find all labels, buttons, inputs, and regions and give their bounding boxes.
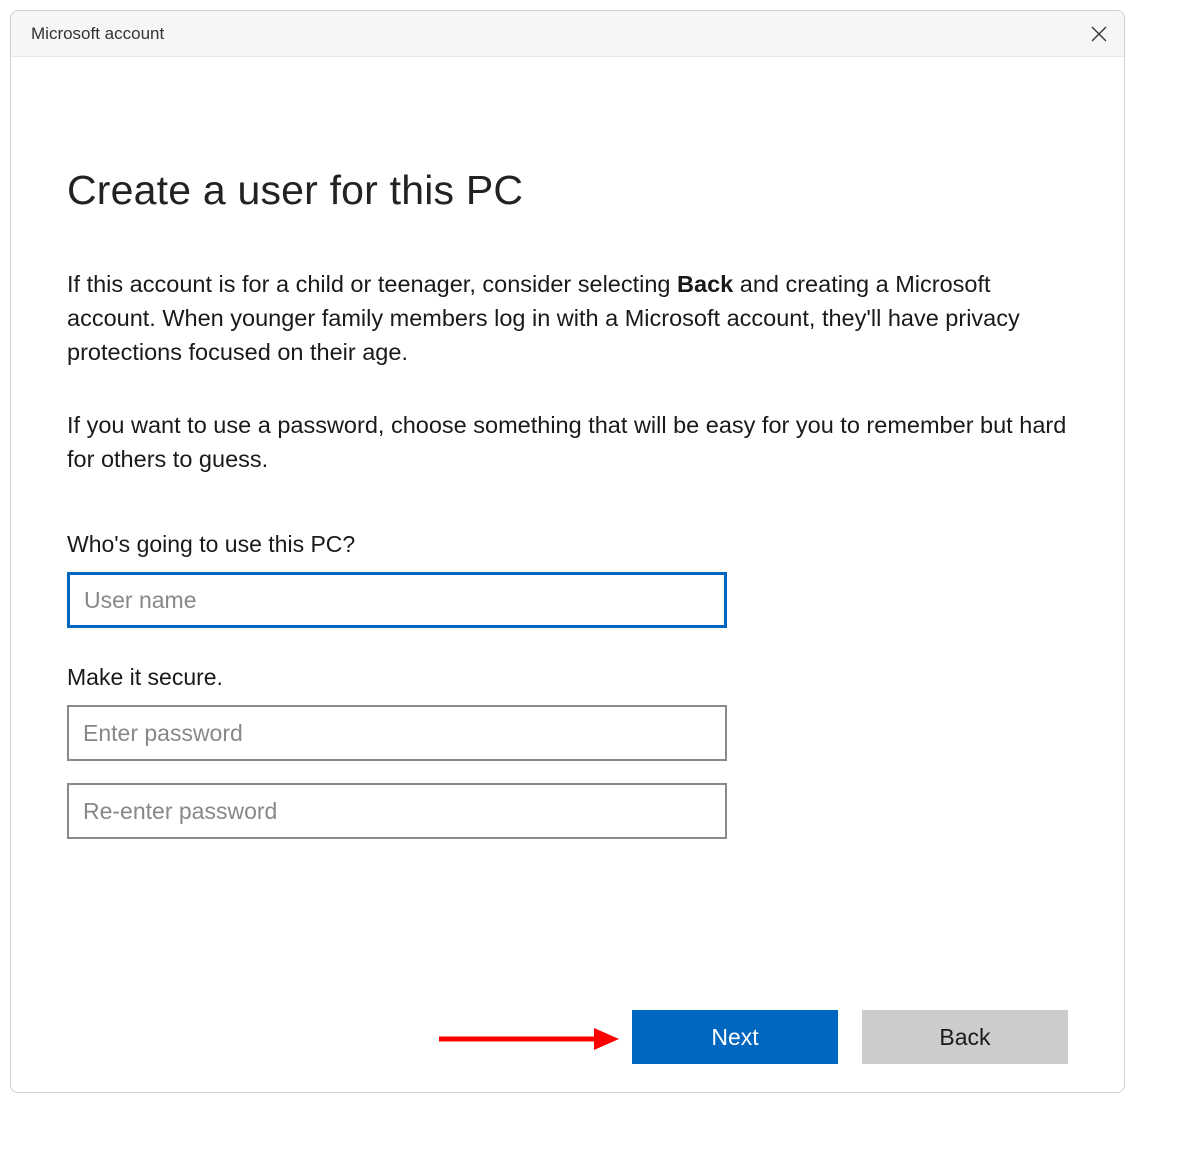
info-paragraph-2: If you want to use a password, choose so… (67, 409, 1067, 477)
username-input[interactable] (67, 572, 727, 628)
dialog-window: Microsoft account Create a user for this… (10, 10, 1125, 1093)
password-section-label: Make it secure. (67, 664, 1068, 691)
password-input[interactable] (67, 705, 727, 761)
back-button[interactable]: Back (862, 1010, 1068, 1064)
confirm-password-input[interactable] (67, 783, 727, 839)
titlebar: Microsoft account (11, 11, 1124, 57)
window-title: Microsoft account (31, 24, 164, 44)
close-button[interactable] (1074, 11, 1124, 57)
info-paragraph-1: If this account is for a child or teenag… (67, 268, 1067, 369)
username-section-label: Who's going to use this PC? (67, 531, 1068, 558)
paragraph1-pre: If this account is for a child or teenag… (67, 271, 677, 297)
next-button[interactable]: Next (632, 1010, 838, 1064)
dialog-content: Create a user for this PC If this accoun… (11, 57, 1124, 1092)
close-icon (1091, 26, 1107, 42)
button-row: Next Back (11, 1010, 1124, 1064)
page-heading: Create a user for this PC (67, 167, 1068, 214)
paragraph1-bold: Back (677, 271, 733, 297)
